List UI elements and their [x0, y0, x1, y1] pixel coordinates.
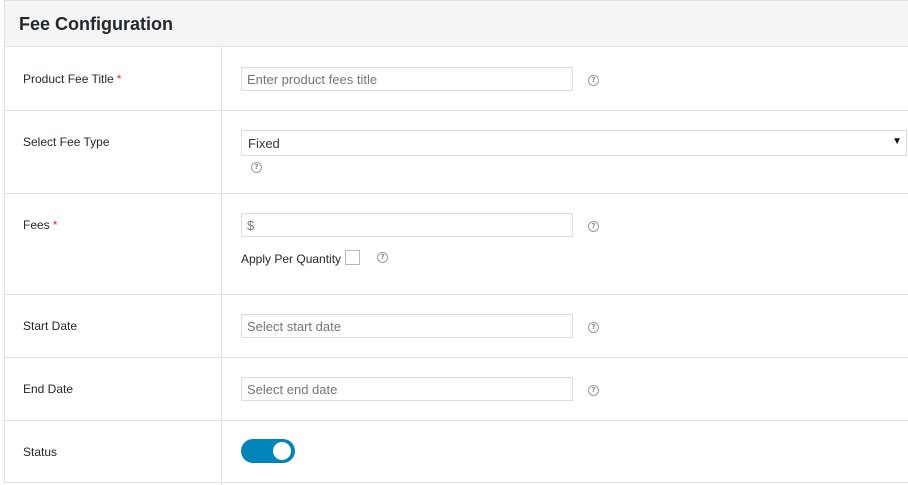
status-label: Status: [23, 445, 58, 459]
panel-header: Fee Configuration: [5, 1, 908, 47]
start-date-input[interactable]: [241, 314, 573, 338]
help-icon[interactable]: ?: [588, 221, 599, 232]
fee-configuration-panel: Fee Configuration Product Fee Title* ? S…: [4, 0, 908, 485]
row-divider: [5, 357, 908, 358]
status-toggle[interactable]: [241, 439, 295, 463]
chevron-down-icon: ▼: [892, 136, 902, 147]
row-divider: [5, 294, 908, 295]
required-mark: *: [116, 72, 122, 86]
end-date-label: End Date: [23, 382, 74, 396]
product-fee-title-label: Product Fee Title *: [23, 72, 122, 86]
fee-type-selected-value: Fixed: [248, 136, 280, 151]
row-divider: [5, 110, 908, 111]
row-divider: [5, 420, 908, 421]
end-date-input[interactable]: [241, 377, 573, 401]
fees-input[interactable]: [241, 213, 573, 237]
help-icon[interactable]: ?: [588, 322, 599, 333]
start-date-label: Start Date: [23, 319, 78, 333]
help-icon[interactable]: ?: [588, 75, 599, 86]
panel-title: Fee Configuration: [19, 14, 173, 34]
toggle-knob: [273, 442, 291, 460]
fee-type-label: Select Fee Type: [23, 135, 110, 149]
help-icon[interactable]: ?: [251, 162, 262, 173]
row-divider: [5, 482, 908, 483]
row-divider: [5, 193, 908, 194]
apply-per-quantity-label: Apply Per Quantity: [241, 252, 342, 266]
required-mark: *: [52, 218, 58, 232]
apply-per-quantity-checkbox[interactable]: [345, 250, 360, 265]
fee-type-select[interactable]: Fixed ▼: [241, 130, 907, 156]
help-icon[interactable]: ?: [588, 385, 599, 396]
product-fee-title-input[interactable]: [241, 67, 573, 91]
help-icon[interactable]: ?: [377, 252, 388, 263]
fees-label: Fees *: [23, 218, 58, 232]
